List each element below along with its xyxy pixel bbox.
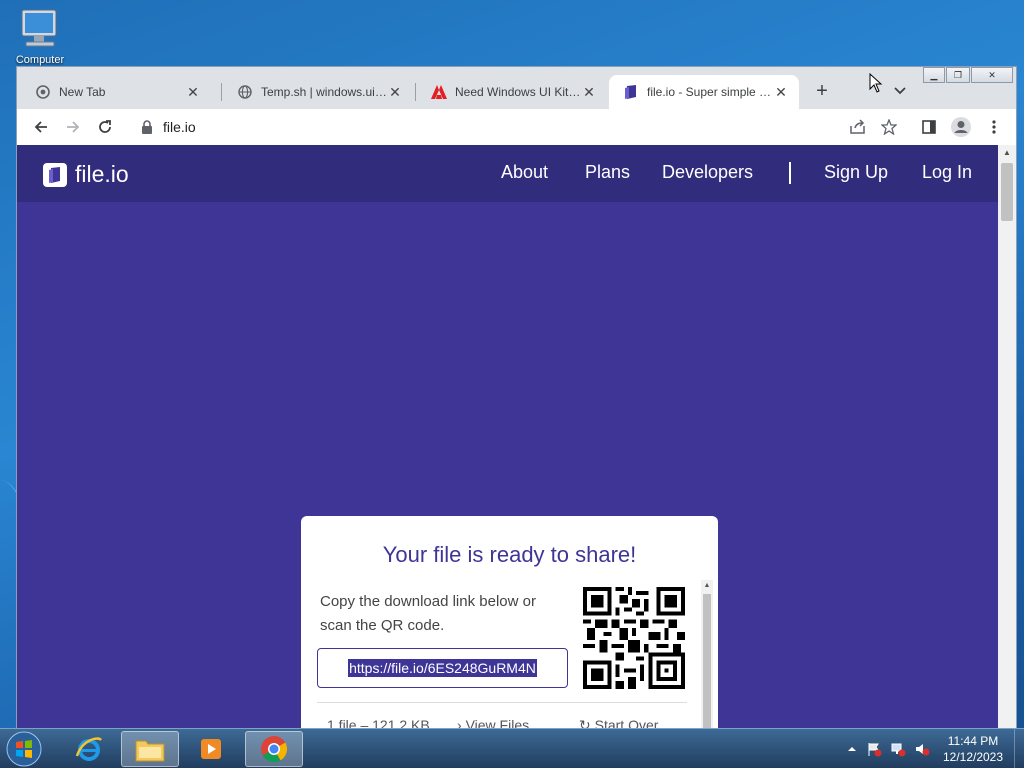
tab-title: Need Windows UI Kit file xyxy=(455,85,581,99)
chevron-down-icon[interactable] xyxy=(891,81,909,99)
avatar-icon xyxy=(951,117,971,137)
share-button[interactable] xyxy=(846,115,870,139)
address-bar[interactable]: file.io xyxy=(129,113,889,141)
volume-muted-icon[interactable] xyxy=(914,741,930,757)
bookmark-button[interactable] xyxy=(877,115,901,139)
folder-icon xyxy=(135,740,165,762)
nav-divider xyxy=(789,162,791,184)
maximize-button[interactable]: ❐ xyxy=(946,67,970,83)
site-logo[interactable]: file.io xyxy=(43,161,129,188)
download-link-field[interactable]: https://file.io/6ES248GuRM4N xyxy=(317,648,568,688)
back-button[interactable] xyxy=(29,115,53,139)
share-card-description: Copy the download link below or scan the… xyxy=(320,593,536,634)
taskbar: 11:44 PM 12/12/2023 xyxy=(0,728,1024,768)
show-hidden-icons-icon[interactable] xyxy=(844,741,860,757)
tab-close-icon[interactable]: ✕ xyxy=(387,84,403,100)
tab-title: file.io - Super simple file sharing xyxy=(647,85,773,99)
media-player-icon xyxy=(201,739,221,759)
browser-toolbar: file.io xyxy=(17,109,1016,145)
start-button[interactable] xyxy=(4,730,44,768)
taskbar-internet-explorer[interactable] xyxy=(60,731,118,767)
star-icon xyxy=(881,119,897,135)
card-scrollbar[interactable]: ▲ xyxy=(701,580,713,729)
nav-plans[interactable]: Plans xyxy=(585,162,630,183)
chrome-icon xyxy=(261,736,288,763)
nav-about[interactable]: About xyxy=(501,162,548,183)
share-card-footer: 1 file – 121.2 KB › View Files ↻ Start O… xyxy=(317,702,687,729)
adobe-icon xyxy=(431,84,447,100)
page-scroll-thumb[interactable] xyxy=(1001,163,1013,221)
desktop-icon-label: Computer xyxy=(15,54,65,66)
taskbar-chrome[interactable] xyxy=(245,731,303,767)
system-clock[interactable]: 11:44 PM 12/12/2023 xyxy=(942,733,1004,765)
globe-icon xyxy=(237,84,253,100)
tab-new-tab[interactable]: New Tab ✕ xyxy=(21,75,211,109)
network-icon[interactable] xyxy=(890,741,906,757)
scroll-up-arrow-icon[interactable]: ▲ xyxy=(998,145,1016,161)
tab-strip: New Tab ✕ Temp.sh | windows.ui.zip ✕ Nee… xyxy=(17,67,1016,109)
page-scrollbar[interactable]: ▲ xyxy=(998,145,1016,729)
scroll-up-arrow-icon[interactable]: ▲ xyxy=(701,582,713,589)
lock-icon xyxy=(142,120,152,134)
taskbar-file-explorer[interactable] xyxy=(121,731,179,767)
taskbar-media-player[interactable] xyxy=(182,731,240,767)
minimize-button[interactable]: ▁ xyxy=(923,67,945,83)
internet-explorer-icon xyxy=(75,737,102,761)
action-center-flag-icon[interactable] xyxy=(866,741,882,757)
nav-sign-up[interactable]: Sign Up xyxy=(824,162,888,183)
menu-button[interactable] xyxy=(982,115,1006,139)
tab-title: New Tab xyxy=(59,85,106,99)
close-window-button[interactable]: ✕ xyxy=(971,67,1013,83)
clock-time: 11:44 PM xyxy=(947,734,999,748)
arrow-right-icon xyxy=(67,121,80,133)
chrome-icon xyxy=(35,84,51,100)
card-scroll-thumb[interactable] xyxy=(703,594,711,729)
forward-button[interactable] xyxy=(61,115,85,139)
tab-close-icon[interactable]: ✕ xyxy=(581,84,597,100)
show-desktop-button[interactable] xyxy=(1014,729,1024,768)
mouse-cursor-icon xyxy=(869,73,883,93)
reload-button[interactable] xyxy=(93,115,117,139)
nav-developers[interactable]: Developers xyxy=(662,162,753,183)
tab-need-windows-ui-kit[interactable]: Need Windows UI Kit file ✕ xyxy=(417,75,607,109)
kebab-menu-icon xyxy=(992,120,996,134)
side-panel-button[interactable] xyxy=(917,115,941,139)
tab-separator xyxy=(415,83,416,101)
tab-file-io[interactable]: file.io - Super simple file sharing ✕ xyxy=(609,75,799,109)
clock-date: 12/12/2023 xyxy=(942,750,1004,764)
tab-title: Temp.sh | windows.ui.zip xyxy=(261,85,387,99)
qr-code xyxy=(583,587,685,689)
logo-text: file.io xyxy=(75,161,129,187)
tab-close-icon[interactable]: ✕ xyxy=(185,84,201,100)
tab-temp-sh[interactable]: Temp.sh | windows.ui.zip ✕ xyxy=(223,75,413,109)
arrow-left-icon xyxy=(34,121,47,133)
address-text: file.io xyxy=(163,119,196,135)
share-card: Your file is ready to share! Copy the do… xyxy=(301,516,718,729)
desktop-computer-icon[interactable]: Computer xyxy=(12,8,68,66)
profile-button[interactable] xyxy=(949,115,973,139)
nav-log-in[interactable]: Log In xyxy=(922,162,972,183)
new-tab-button[interactable]: + xyxy=(809,79,835,105)
browser-window: New Tab ✕ Temp.sh | windows.ui.zip ✕ Nee… xyxy=(16,66,1017,730)
fileio-logo-icon xyxy=(43,162,67,187)
fileio-icon xyxy=(623,84,639,100)
share-card-heading: Your file is ready to share! xyxy=(382,542,637,567)
share-icon xyxy=(850,119,865,134)
tab-separator xyxy=(221,83,222,101)
reload-icon xyxy=(99,120,111,133)
side-panel-icon xyxy=(922,120,936,134)
computer-icon xyxy=(21,9,57,47)
download-link-text[interactable]: https://file.io/6ES248GuRM4N xyxy=(348,659,537,677)
page-viewport: file.io About Plans Developers Sign Up L… xyxy=(17,145,1016,729)
site-navbar: file.io About Plans Developers Sign Up L… xyxy=(17,145,998,202)
tab-close-icon[interactable]: ✕ xyxy=(773,84,789,100)
